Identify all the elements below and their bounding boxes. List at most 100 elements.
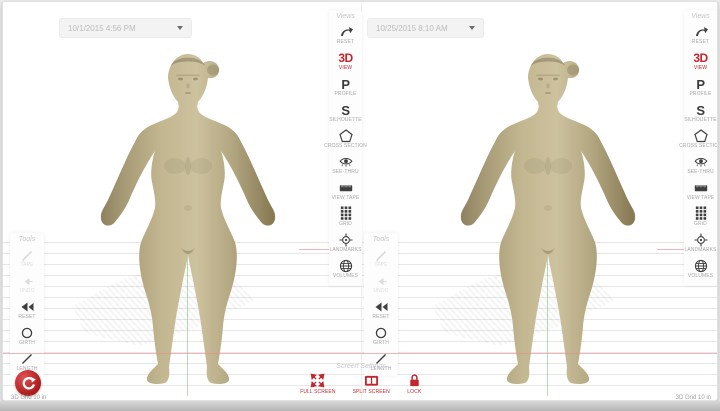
views-volumes-label: VOLUMES (333, 274, 358, 279)
tools-header: Tools (19, 236, 35, 243)
views-silhouette-button[interactable]: S SILHOUETTE (329, 100, 362, 123)
views-cross-section-label: CROSS SECTION (324, 144, 367, 149)
views-profile-button[interactable]: P PROFILE (329, 74, 362, 97)
tools-undo-button[interactable]: UNDO (10, 271, 44, 294)
views-cross-section-button[interactable]: CROSS SECTION (329, 126, 362, 149)
views-reset-label: RESET (692, 40, 709, 45)
full-screen-label: FULL SCREEN (300, 390, 335, 395)
views-toolbar-left: Views RESET 3D VIEW P PROFILE S SILHOUET… (329, 10, 362, 286)
3d-view-icon: 3D (693, 52, 707, 65)
chevron-down-icon (177, 26, 183, 30)
3d-view-icon: 3D (338, 52, 352, 65)
views-profile-label: PROFILE (334, 92, 356, 97)
tools-girth-button[interactable]: GIRTH (10, 323, 44, 346)
views-see-thru-button[interactable]: SEE-THRU (329, 152, 362, 175)
views-silhouette-label: SILHOUETTE (684, 118, 716, 123)
views-see-thru-button[interactable]: SEE-THRU (684, 152, 717, 175)
views-reset-button[interactable]: RESET (684, 22, 717, 45)
app-window: 10/1/2015 4:56 PM 10/25/2015 8:10 AM Vie… (2, 1, 718, 401)
split-screen-button[interactable]: SPLIT SCREEN (353, 373, 390, 395)
views-volumes-button[interactable]: VOLUMES (329, 256, 362, 279)
views-view-tape-button[interactable]: VIEW TAPE (684, 178, 717, 201)
views-silhouette-label: SILHOUETTE (329, 118, 361, 123)
lock-button[interactable]: LOCK (407, 373, 422, 395)
unlock-rotate-icon (21, 376, 36, 391)
double-back-arrow-icon (374, 300, 388, 314)
views-3d-button[interactable]: 3D VIEW (329, 48, 362, 71)
tools-undo-label: UNDO (373, 289, 388, 294)
eye-icon (339, 155, 353, 169)
profile-view-icon: P (341, 78, 349, 91)
full-screen-button[interactable]: FULL SCREEN (300, 373, 335, 395)
tools-header: Tools (373, 236, 389, 243)
views-see-thru-label: SEE-THRU (332, 170, 358, 175)
views-profile-label: PROFILE (689, 92, 711, 97)
unlock-rotation-button[interactable] (15, 370, 41, 396)
body-scan-model-right[interactable] (438, 48, 658, 388)
views-header: Views (336, 13, 355, 20)
screen-settings-header: Screen Settings (336, 363, 385, 370)
views-silhouette-button[interactable]: S SILHOUETTE (684, 100, 717, 123)
dot-grid-icon (694, 206, 708, 221)
tools-tape-label: TAPE (20, 263, 33, 268)
scan-date-dropdown-right[interactable]: 10/25/2015 8:10 AM (367, 18, 484, 38)
views-grid-button[interactable]: GRID (684, 204, 717, 227)
views-toolbar-right: Views RESET 3D VIEW P PROFILE S SILHOUET… (684, 10, 717, 286)
views-volumes-label: VOLUMES (688, 274, 713, 279)
views-reset-label: RESET (337, 40, 354, 45)
pencil-icon (374, 248, 388, 262)
views-3d-label: VIEW (694, 66, 707, 71)
lock-label: LOCK (407, 390, 421, 395)
views-grid-button[interactable]: GRID (329, 204, 362, 227)
views-reset-button[interactable]: RESET (329, 22, 362, 45)
silhouette-view-icon: S (341, 104, 349, 117)
scan-date-right: 10/25/2015 8:10 AM (376, 24, 448, 33)
pentagon-icon (339, 129, 353, 143)
views-header: Views (691, 13, 710, 20)
tools-tape-button[interactable]: TAPE (10, 245, 44, 268)
views-landmarks-label: LANDMARKS (684, 248, 716, 253)
split-screen-label: SPLIT SCREEN (353, 390, 390, 395)
views-view-tape-button[interactable]: VIEW TAPE (329, 178, 362, 201)
views-3d-button[interactable]: 3D VIEW (684, 48, 717, 71)
crosshair-icon (694, 233, 708, 247)
tools-toolbar-right: Tools TAPE UNDO RESET GIRTH LENGTH (364, 233, 398, 376)
tools-reset-label: RESET (18, 315, 35, 320)
tools-toolbar-left: Tools TAPE UNDO RESET GIRTH LENGTH (10, 233, 44, 376)
profile-view-icon: P (696, 78, 704, 91)
views-view-tape-label: VIEW TAPE (687, 196, 715, 201)
tools-tape-button[interactable]: TAPE (364, 245, 398, 268)
circle-icon (374, 326, 388, 340)
window-bottom-edge (0, 401, 720, 411)
tools-girth-label: GIRTH (373, 341, 389, 346)
views-view-tape-label: VIEW TAPE (332, 196, 360, 201)
tools-girth-button[interactable]: GIRTH (364, 323, 398, 346)
views-cross-section-label: CROSS SECTION (679, 144, 718, 149)
tools-reset-button[interactable]: RESET (364, 297, 398, 320)
diagonal-line-icon (20, 352, 34, 366)
pentagon-icon (694, 129, 708, 143)
views-landmarks-button[interactable]: LANDMARKS (329, 230, 362, 253)
views-volumes-button[interactable]: VOLUMES (684, 256, 717, 279)
globe-icon (694, 259, 708, 273)
pencil-icon (20, 248, 34, 262)
scan-date-dropdown-left[interactable]: 10/1/2015 4:56 PM (59, 18, 192, 38)
crosshair-icon (339, 233, 353, 247)
views-grid-label: GRID (694, 222, 707, 227)
views-landmarks-button[interactable]: LANDMARKS (684, 230, 717, 253)
silhouette-view-icon: S (696, 104, 704, 117)
expand-arrows-icon (310, 373, 325, 388)
views-cross-section-button[interactable]: CROSS SECTION (684, 126, 717, 149)
undo-arrow-icon (20, 274, 34, 288)
chevron-down-icon (469, 26, 475, 30)
views-profile-button[interactable]: P PROFILE (684, 74, 717, 97)
dot-grid-icon (339, 206, 353, 221)
split-panes-icon (364, 373, 379, 388)
tape-measure-icon (694, 181, 708, 195)
screen-settings: Screen Settings FULL SCREEN SPLIT SCREEN… (291, 363, 431, 395)
tools-undo-button[interactable]: UNDO (364, 271, 398, 294)
views-landmarks-label: LANDMARKS (329, 248, 361, 253)
views-see-thru-label: SEE-THRU (687, 170, 713, 175)
body-scan-model-left[interactable] (78, 48, 298, 388)
tools-reset-button[interactable]: RESET (10, 297, 44, 320)
